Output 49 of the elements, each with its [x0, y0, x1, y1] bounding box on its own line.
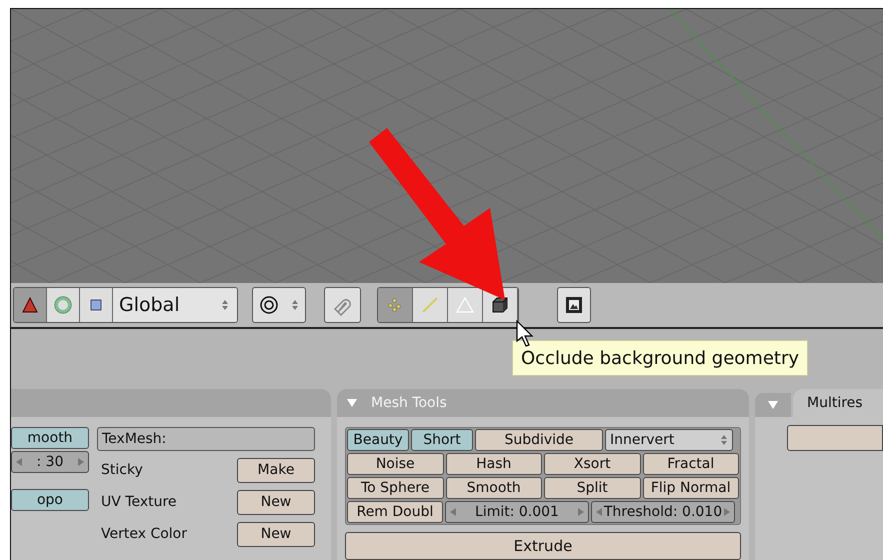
tool-button[interactable]: To Sphere: [347, 477, 444, 499]
ring-icon: [54, 296, 72, 314]
tool-button[interactable]: Xsort: [544, 453, 640, 475]
square-icon: [90, 299, 102, 311]
collapse-tab[interactable]: [755, 393, 791, 417]
edge-line-icon: [421, 296, 439, 314]
row-label: Vertex Color: [101, 525, 188, 544]
row-label: UV Texture: [101, 493, 177, 512]
magnet-button[interactable]: [324, 287, 361, 323]
panel-tab[interactable]: Multires: [793, 389, 883, 417]
tool-button[interactable]: Rem Doubl: [347, 501, 443, 523]
toggle-button[interactable]: mooth: [11, 427, 89, 449]
toggle-button[interactable]: opo: [11, 489, 89, 511]
manipulator-button[interactable]: [47, 288, 80, 322]
tool-button[interactable]: Split: [544, 477, 640, 499]
collapse-triangle-icon[interactable]: [768, 400, 778, 410]
panel-title: Mesh Tools: [371, 394, 447, 412]
tool-button[interactable]: Hash: [446, 453, 542, 475]
tooltip: Occlude background geometry: [512, 340, 808, 376]
toggle-button[interactable]: Short: [411, 429, 473, 451]
cube-icon: [491, 296, 509, 314]
action-button[interactable]: Make: [237, 458, 315, 483]
action-button[interactable]: New: [237, 522, 315, 547]
multires-button[interactable]: [787, 425, 883, 451]
tool-button[interactable]: Subdivide: [475, 429, 603, 451]
spinner-arrows-icon: [221, 299, 229, 311]
tool-button[interactable]: Flip Normal: [642, 477, 739, 499]
action-button[interactable]: New: [237, 490, 315, 515]
row-label: Sticky: [101, 461, 143, 480]
manipulator-button[interactable]: [80, 288, 113, 322]
orientation-dropdown[interactable]: Global: [113, 288, 237, 322]
vertex-dots-icon: [387, 297, 403, 313]
toggle-button[interactable]: Beauty: [347, 429, 409, 451]
dropdown[interactable]: Innervert: [605, 429, 733, 451]
tool-button[interactable]: Fractal: [642, 453, 739, 475]
collapse-triangle-icon[interactable]: [347, 398, 357, 408]
spinner-arrows-icon: [291, 299, 299, 311]
render-button[interactable]: [557, 287, 591, 323]
target-circle-icon: [259, 295, 279, 315]
pivot-dropdown[interactable]: [252, 287, 306, 323]
triangle-outline-icon: [456, 297, 474, 313]
texmesh-field[interactable]: TexMesh:: [97, 427, 315, 451]
tool-button[interactable]: Smooth: [446, 477, 542, 499]
tool-button[interactable]: Noise: [347, 453, 444, 475]
image-icon: [565, 296, 583, 314]
spinner-arrows-icon: [720, 434, 728, 446]
extrude-button[interactable]: Extrude: [345, 532, 741, 560]
manipulator-button[interactable]: [14, 288, 47, 322]
triangle-icon: [22, 297, 38, 313]
